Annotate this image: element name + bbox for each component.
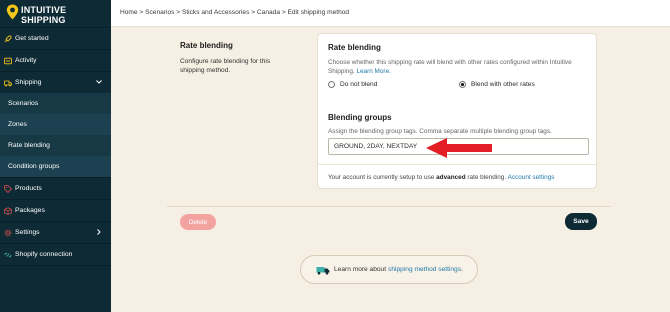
sidebar-item-packages[interactable]: Packages	[0, 200, 111, 221]
section-title: Rate blending	[180, 41, 233, 50]
chevron-down-icon	[96, 80, 102, 84]
delivery-truck-icon	[316, 266, 330, 274]
footer-text-mid: rate blending.	[467, 174, 507, 181]
sidebar-item-products[interactable]: Products	[0, 178, 111, 199]
sidebar-item-shopify-connection[interactable]: Shopify connection	[0, 244, 111, 265]
radio-do-not-blend[interactable]: Do not blend	[328, 81, 377, 88]
sidebar-item-zones[interactable]: Zones	[0, 114, 111, 135]
sidebar-item-label: Rate blending	[8, 142, 50, 149]
footer-bold: advanced	[436, 174, 466, 181]
sidebar-item-activity[interactable]: Activity	[0, 50, 111, 71]
sidebar-item-label: Activity	[15, 57, 37, 64]
red-arrow-annotation-icon	[426, 138, 492, 158]
blending-groups-title: Blending groups	[328, 113, 392, 122]
sidebar-item-rate-blending[interactable]: Rate blending	[0, 135, 111, 156]
card-footer: Your account is currently setup to use a…	[328, 174, 554, 181]
card-description: Choose whether this shipping rate will b…	[328, 58, 590, 76]
learn-more-text: Learn more about	[334, 266, 387, 273]
brand-name-line1: INTUITIVE	[21, 5, 67, 15]
sidebar-item-condition-groups[interactable]: Condition groups	[0, 156, 111, 177]
radio-label: Blend with other rates	[471, 81, 535, 88]
actions-divider	[167, 206, 611, 207]
top-header: Home > Scenarios > Sticks and Accessorie…	[111, 0, 670, 27]
link-icon	[4, 251, 12, 259]
sidebar-item-label: Packages	[15, 207, 45, 214]
package-icon	[4, 206, 12, 215]
sidebar-item-label: Condition groups	[8, 163, 60, 170]
shipping-method-settings-link[interactable]: shipping method settings	[388, 266, 461, 273]
card-title: Rate blending	[328, 43, 381, 52]
section-description: Configure rate blending for this shippin…	[180, 58, 271, 74]
truck-icon	[4, 79, 12, 87]
card-divider	[318, 164, 596, 165]
radio-label: Do not blend	[340, 81, 378, 88]
chevron-right-icon	[97, 229, 101, 235]
sidebar-item-shipping[interactable]: Shipping	[0, 72, 111, 93]
brand-name-line2: SHIPPING	[21, 15, 66, 25]
gear-icon	[4, 229, 12, 237]
brand-logo[interactable]: INTUITIVE SHIPPING	[4, 3, 108, 25]
radio-blend-with-other-rates[interactable]: Blend with other rates	[459, 81, 535, 88]
save-button[interactable]: Save	[565, 213, 597, 230]
sidebar-item-label: Scenarios	[8, 100, 39, 107]
radio-circle[interactable]	[328, 81, 335, 88]
sidebar-item-label: Shipping	[15, 79, 42, 86]
sidebar-item-label: Shopify connection	[15, 251, 73, 258]
learn-more-pill[interactable]: Learn more about shipping method setting…	[300, 255, 478, 284]
account-settings-link[interactable]: Account settings	[508, 174, 555, 181]
activity-icon	[4, 57, 12, 65]
sidebar-item-settings[interactable]: Settings	[0, 222, 111, 243]
delete-button[interactable]: Delete	[180, 214, 216, 230]
sidebar-item-label: Products	[15, 185, 42, 192]
location-pin-icon	[6, 4, 19, 20]
tag-icon	[4, 184, 12, 193]
sidebar-item-scenarios[interactable]: Scenarios	[0, 93, 111, 114]
rate-blending-card: Rate blending Choose whether this shippi…	[317, 33, 597, 189]
sidebar-item-get-started[interactable]: Get started	[0, 28, 111, 49]
radio-circle-selected[interactable]	[459, 81, 466, 88]
sidebar-item-label: Settings	[15, 229, 40, 236]
learn-more-suffix: .	[461, 266, 463, 273]
learn-more-link[interactable]: Learn More.	[356, 68, 390, 75]
footer-text: Your account is currently setup to use	[328, 174, 435, 181]
rocket-icon	[4, 34, 12, 43]
breadcrumb[interactable]: Home > Scenarios > Sticks and Accessorie…	[120, 9, 349, 16]
sidebar-item-label: Get started	[15, 35, 49, 42]
blending-groups-description: Assign the blending group tags. Comma se…	[328, 128, 552, 135]
sidebar-item-label: Zones	[8, 121, 27, 128]
sidebar: INTUITIVE SHIPPING Get started Activity …	[0, 0, 111, 312]
